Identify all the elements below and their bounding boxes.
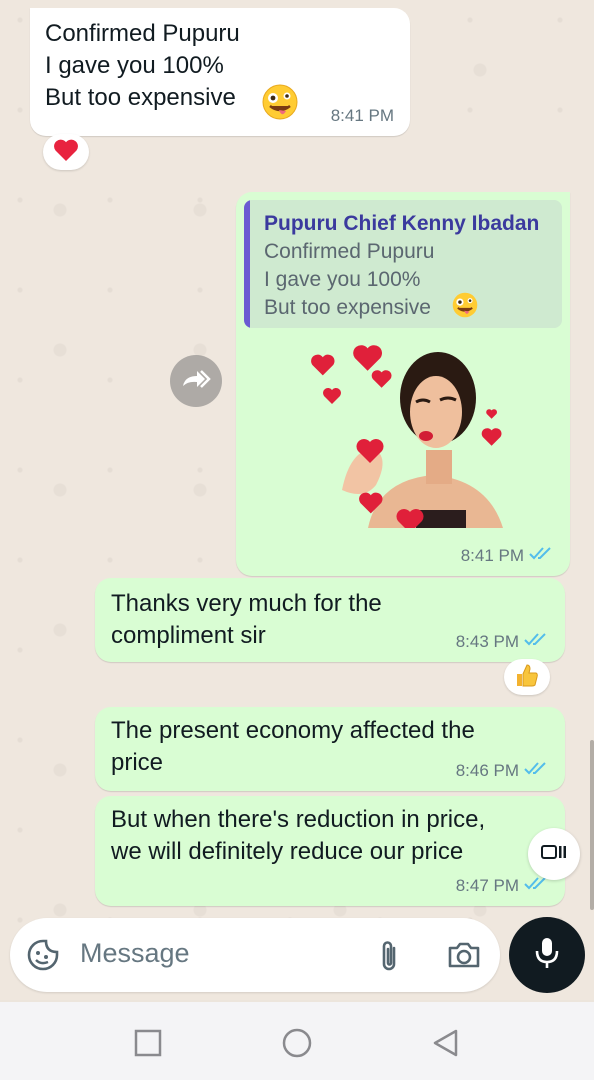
quoted-message[interactable]: Pupuru Chief Kenny Ibadan Confirmed Pupu…: [244, 200, 562, 328]
camera-icon[interactable]: [446, 938, 482, 972]
message-meta: 8:46 PM: [456, 760, 549, 781]
message-outgoing[interactable]: Thanks very much for the compliment sir …: [95, 578, 565, 662]
message-time: 8:46 PM: [455, 760, 519, 780]
quote-author: Pupuru Chief Kenny Ibadan: [264, 212, 540, 235]
message-time: 8:41 PM: [330, 106, 394, 125]
pip-icon: [541, 844, 567, 865]
message-composer[interactable]: Message: [10, 918, 500, 992]
forward-icon: [181, 368, 211, 395]
back-button[interactable]: [431, 1028, 459, 1058]
reaction-heart[interactable]: [43, 134, 89, 170]
message-meta: 8:41 PM: [461, 545, 554, 566]
message-meta: 8:43 PM: [456, 631, 549, 652]
sticker-icon[interactable]: [26, 938, 60, 972]
zany-face-emoji: [452, 292, 478, 318]
sticker-image[interactable]: [298, 340, 508, 528]
quote-text: Confirmed Pupuru I gave you 100% But too…: [264, 240, 435, 319]
heart-icon: [53, 138, 79, 167]
mic-icon: [534, 936, 560, 975]
message-text: Confirmed Pupuru I gave you 100% But too…: [45, 20, 240, 111]
message-time: 8:43 PM: [455, 631, 519, 651]
recents-button[interactable]: [134, 1029, 162, 1057]
system-navigation-bar: [0, 1002, 594, 1080]
reaction-thumbs-up[interactable]: [504, 659, 550, 695]
thumbs-up-icon: [514, 662, 540, 693]
read-ticks-icon: [528, 545, 554, 566]
attach-icon[interactable]: [374, 938, 404, 974]
message-incoming[interactable]: Confirmed Pupuru I gave you 100% But too…: [30, 8, 410, 136]
message-time: 8:47 PM: [455, 875, 519, 895]
zany-face-emoji: [262, 84, 298, 120]
message-outgoing[interactable]: But when there's reduction in price, we …: [95, 796, 565, 906]
message-input[interactable]: Message: [80, 938, 190, 969]
message-outgoing[interactable]: The present economy affected the price 8…: [95, 707, 565, 791]
message-text: But when there's reduction in price, we …: [111, 806, 486, 865]
message-text: The present economy affected the price: [111, 717, 475, 776]
message-text: Thanks very much for the compliment sir: [111, 590, 382, 649]
scrollbar[interactable]: [590, 740, 594, 910]
message-outgoing-quoted[interactable]: Pupuru Chief Kenny Ibadan Confirmed Pupu…: [236, 192, 570, 576]
message-meta: 8:47 PM: [456, 875, 549, 896]
pip-button[interactable]: [528, 828, 580, 880]
message-time: 8:41 PM: [460, 545, 524, 565]
mic-button[interactable]: [509, 917, 585, 993]
home-button[interactable]: [282, 1028, 312, 1058]
read-ticks-icon: [523, 631, 549, 652]
forward-button[interactable]: [170, 355, 222, 407]
message-meta: 8:41 PM: [331, 106, 394, 126]
read-ticks-icon: [523, 760, 549, 781]
